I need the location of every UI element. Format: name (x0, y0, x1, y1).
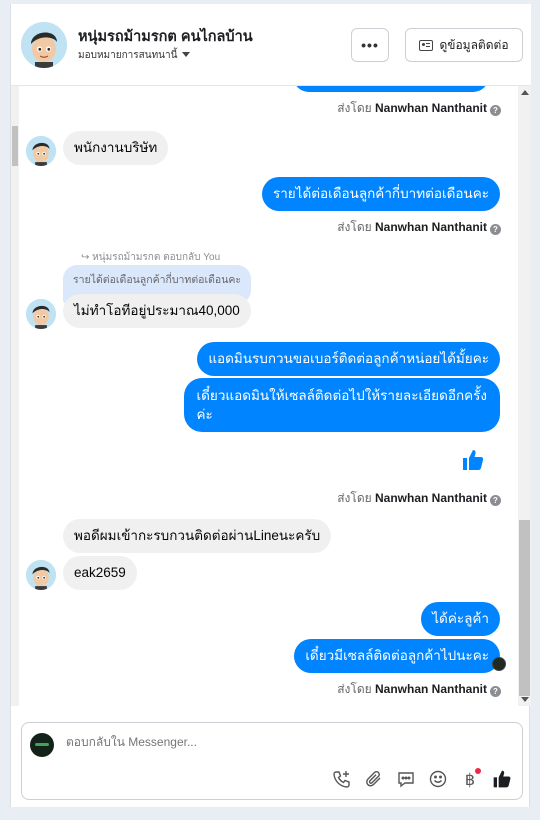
saved-reply-icon[interactable] (396, 769, 416, 789)
call-add-icon[interactable] (332, 769, 352, 789)
right-scrollbar-thumb[interactable] (519, 520, 530, 696)
right-scrollbar[interactable] (518, 86, 531, 706)
sent-by-label: ส่งโดย Nanwhan Nanthanit? (337, 218, 501, 237)
message-bubble-incoming[interactable]: ไม่ทำโอทีอยู่ประมาณ40,000 (63, 294, 251, 328)
contact-card-icon (419, 39, 434, 51)
sent-by-label: ส่งโดย Nanwhan Nanthanit? (337, 99, 501, 118)
message-bubble-incoming[interactable]: พอดีผมเข้ากะรบกวนติดต่อผ่านLineนะครับ (63, 519, 332, 553)
help-icon[interactable]: ? (490, 224, 501, 235)
message-list[interactable]: ส่งโดย Nanwhan Nanthanit? พนักงานบริษัท … (11, 86, 531, 706)
message-bubble-outgoing-partial (293, 86, 489, 92)
thumbs-up-icon[interactable] (461, 448, 485, 477)
sender-name: Nanwhan Nanthanit (374, 101, 487, 115)
conversation-header: หนุ่มรถม้ามรกต คนไกลบ้าน มอบหมายการสนทนา… (11, 4, 531, 86)
view-contact-label: ดูข้อมูลติดต่อ (439, 37, 509, 52)
scroll-down-arrow[interactable] (521, 697, 529, 702)
page-avatar (30, 733, 54, 757)
help-icon[interactable]: ? (490, 495, 501, 506)
more-horizontal-icon: ••• (361, 37, 379, 53)
caret-down-icon (182, 52, 191, 57)
message-bubble-outgoing[interactable]: เดี๋ยวมีเซลล์ติดต่อลูกค้าไปนะคะ (294, 639, 500, 673)
message-bubble-outgoing[interactable]: รายได้ต่อเดือนลูกค้ากี่บาทต่อเดือนคะ (261, 177, 500, 211)
help-icon[interactable]: ? (490, 686, 501, 697)
seen-avatar (492, 657, 506, 671)
message-bubble-outgoing[interactable]: เดี๋ยวแอดมินให้เซลล์ติดต่อไปให้รายละเอีย… (183, 378, 500, 432)
contact-avatar[interactable] (21, 22, 67, 68)
messenger-window: หนุ่มรถม้ามรกต คนไกลบ้าน มอบหมายการสนทนา… (10, 4, 531, 807)
contact-avatar-small[interactable] (26, 299, 56, 329)
emoji-icon[interactable] (428, 769, 448, 789)
assign-conversation-dropdown[interactable]: มอบหมายการสนทนานี้ (78, 48, 191, 63)
reply-composer: ฿ (21, 722, 523, 800)
help-icon[interactable]: ? (490, 105, 501, 116)
view-contact-button[interactable]: ดูข้อมูลติดต่อ (405, 28, 523, 62)
sent-by-label: ส่งโดย Nanwhan Nanthanit? (337, 489, 501, 508)
composer-toolbar: ฿ (332, 768, 512, 789)
left-scrollbar-thumb[interactable] (12, 126, 18, 166)
assign-conversation-label: มอบหมายการสนทนานี้ (78, 50, 178, 61)
sender-name: Nanwhan Nanthanit (374, 220, 487, 234)
paperclip-icon[interactable] (364, 769, 384, 789)
message-bubble-incoming[interactable]: eak2659 (63, 556, 137, 590)
scroll-up-arrow[interactable] (521, 90, 529, 95)
contact-avatar-small[interactable] (26, 560, 56, 590)
contact-name[interactable]: หนุ่มรถม้ามรกต คนไกลบ้าน (78, 25, 253, 48)
message-bubble-incoming[interactable]: พนักงานบริษัท (63, 131, 169, 165)
sender-name: Nanwhan Nanthanit (374, 491, 487, 505)
message-input[interactable] (66, 735, 486, 749)
baht-payment-icon[interactable]: ฿ (460, 768, 481, 789)
sent-by-label: ส่งโดย Nanwhan Nanthanit? (337, 680, 501, 699)
thumbs-up-icon[interactable] (492, 769, 512, 789)
left-scrollbar[interactable] (11, 86, 19, 706)
more-options-button[interactable]: ••• (351, 28, 389, 62)
notification-dot (475, 768, 481, 774)
sender-name: Nanwhan Nanthanit (374, 682, 487, 696)
message-bubble-outgoing[interactable]: ได้ค่ะลูค้า (421, 602, 500, 636)
message-bubble-outgoing[interactable]: แอดมินรบกวนขอเบอร์ติดต่อลูกค้าหน่อยได้มั… (197, 342, 500, 376)
reply-label: ↪ หนุ่มรถม้ามรกต ตอบกลับ You (81, 252, 221, 263)
contact-avatar-small[interactable] (26, 136, 56, 166)
